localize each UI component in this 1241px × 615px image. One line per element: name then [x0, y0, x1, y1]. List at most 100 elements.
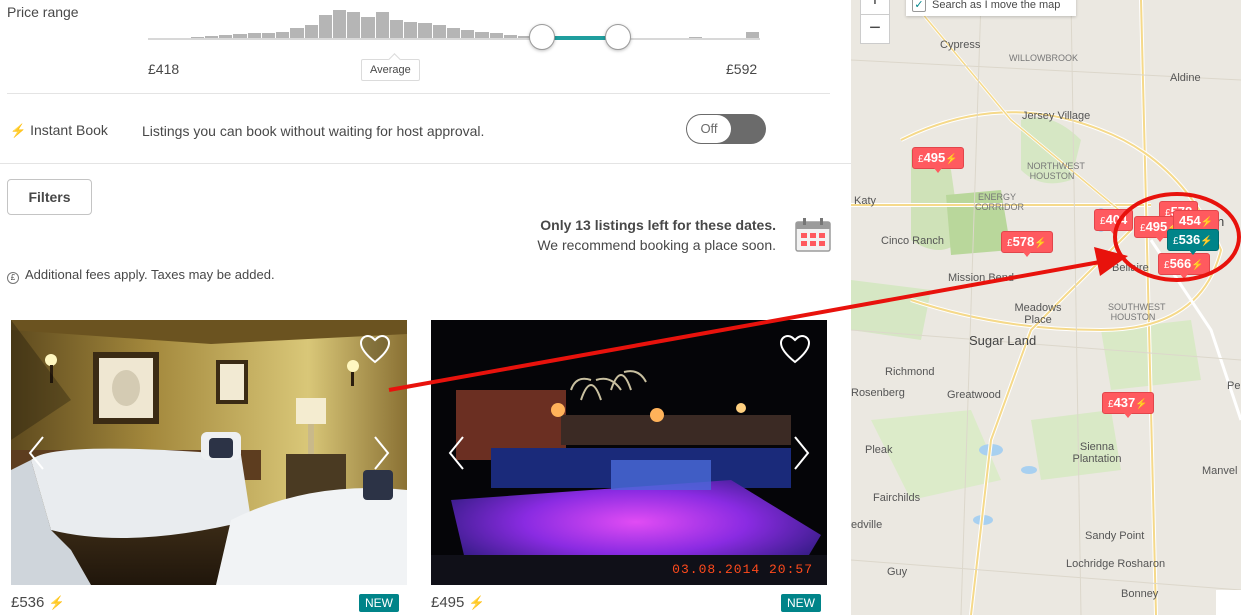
filters-button[interactable]: Filters	[7, 179, 92, 215]
chevron-right-icon[interactable]	[791, 435, 811, 471]
toggle-state: Off	[687, 115, 731, 143]
listing-photo-bedroom	[11, 320, 407, 585]
map-label: Bonney	[1121, 588, 1159, 600]
new-badge: NEW	[781, 594, 821, 612]
lightning-icon: ⚡	[1135, 399, 1148, 410]
availability-notice-subtitle: We recommend booking a place soon.	[537, 237, 776, 253]
map-price-pin[interactable]: £437⚡	[1102, 392, 1154, 418]
price-min-value: £418	[148, 61, 180, 77]
price-max-value: £592	[726, 61, 758, 77]
instant-book-toggle[interactable]: Off	[686, 114, 766, 144]
histogram-bar	[318, 15, 332, 40]
chevron-left-icon[interactable]	[27, 435, 47, 471]
fees-note: £ Additional fees apply. Taxes may be add…	[7, 267, 275, 284]
map-label: ENERGY CORRIDOR	[975, 192, 1024, 212]
lightning-icon: ⚡	[468, 595, 485, 610]
price-range-label: Price range	[7, 4, 79, 20]
listing-price-value: £495	[431, 594, 465, 611]
pin-price: 437	[1113, 395, 1136, 410]
pin-price: 495	[923, 150, 946, 165]
pin-price: 495	[1145, 219, 1168, 234]
chevron-right-icon[interactable]	[371, 435, 391, 471]
histogram-bar	[333, 10, 347, 40]
map-label: SOUTHWEST HOUSTON	[1108, 302, 1166, 322]
map-label: WILLOWBROOK	[1009, 53, 1079, 63]
search-as-move-checkbox[interactable]: ✓ Search as I move the map	[906, 0, 1076, 16]
divider	[7, 93, 830, 94]
map-price-pin-selected[interactable]: £536⚡	[1167, 229, 1219, 255]
map-label: Cinco Ranch	[881, 235, 944, 247]
map-price-pin[interactable]: £566⚡	[1158, 253, 1210, 279]
histogram-bar	[389, 20, 404, 40]
price-max-handle[interactable]	[605, 24, 631, 50]
map-label: Jersey Village	[1022, 110, 1091, 122]
lightning-icon: ⚡	[1191, 260, 1204, 271]
divider	[0, 163, 851, 164]
listing-price-1: £536 ⚡	[11, 594, 65, 611]
photo-timestamp: 03.08.2014 20:57	[672, 562, 813, 577]
listing-price-value: £536	[11, 594, 45, 611]
search-as-move-label: Search as I move the map	[932, 0, 1061, 11]
map-label: Pe	[1227, 380, 1241, 392]
instant-book-text: Instant Book	[30, 122, 108, 138]
map-label: Manvel	[1202, 465, 1238, 477]
lightning-icon: ⚡	[10, 123, 27, 138]
map-label: NORTHWEST HOUSTON	[1027, 161, 1085, 181]
map-label: Meadows Place	[1014, 302, 1062, 326]
lightning-icon: ⚡	[48, 595, 65, 610]
map-price-pin[interactable]: £404	[1094, 209, 1134, 235]
price-slider-track[interactable]	[148, 38, 760, 40]
favorite-heart-icon[interactable]	[779, 334, 811, 364]
pin-price: 566	[1169, 256, 1192, 271]
map-label: Lochridge Rosharon	[1066, 558, 1166, 570]
map-label: Guy	[887, 566, 908, 578]
map-label: Sienna Plantation	[1072, 441, 1122, 465]
pin-price: 536	[1178, 232, 1201, 247]
map-price-pin[interactable]: £495⚡	[912, 147, 964, 173]
map-label: Bellaire	[1112, 262, 1149, 274]
average-marker: Average	[361, 59, 420, 81]
listing-photo-pool	[431, 320, 827, 585]
copyright-icon: £	[7, 272, 19, 284]
pin-price: 454	[1179, 213, 1201, 228]
histogram-bar	[375, 11, 389, 40]
new-badge: NEW	[359, 594, 399, 612]
pin-price: 578	[1012, 234, 1035, 249]
search-results-panel: Price range £418 Average £592 ⚡ Instant …	[0, 0, 851, 615]
fees-note-text: Additional fees apply. Taxes may be adde…	[25, 267, 275, 282]
map-label: edville	[851, 519, 883, 531]
listing-card-2[interactable]: 03.08.2014 20:57	[431, 320, 827, 585]
lightning-icon: ⚡	[1034, 238, 1047, 249]
chevron-left-icon[interactable]	[447, 435, 467, 471]
map-label: Pleak	[865, 444, 893, 456]
lightning-icon: ⚡	[1200, 236, 1213, 247]
pin-price: 404	[1105, 212, 1128, 227]
map-label: Cypress	[940, 39, 981, 51]
map-label: Aldine	[1170, 72, 1201, 84]
map-price-pin[interactable]: £578⚡	[1001, 231, 1053, 257]
listing-price-2: £495 ⚡	[431, 594, 485, 611]
price-min-handle[interactable]	[529, 24, 555, 50]
map[interactable]: Cypress WILLOWBROOK Aldine Jersey Villag…	[851, 0, 1241, 615]
instant-book-description: Listings you can book without waiting fo…	[142, 123, 485, 139]
map-label: Greatwood	[947, 389, 1001, 401]
map-label: Sandy Point	[1085, 530, 1145, 542]
lightning-icon: ⚡	[945, 154, 958, 165]
map-label: Katy	[854, 195, 877, 207]
histogram-bar	[361, 16, 375, 40]
histogram-bar	[347, 11, 361, 40]
map-label: Richmond	[885, 366, 935, 378]
map-label: Rosenberg	[851, 387, 905, 399]
instant-book-label: ⚡ Instant Book	[10, 122, 108, 139]
lightning-icon: ⚡	[1200, 217, 1214, 228]
map-label: Fairchilds	[873, 492, 921, 504]
map-label: Sugar Land	[969, 333, 1037, 348]
price-histogram	[148, 8, 760, 40]
calendar-icon	[795, 218, 831, 252]
availability-notice-title: Only 13 listings left for these dates.	[540, 217, 776, 233]
map-label: Mission Bend	[948, 272, 1015, 284]
check-icon: ✓	[912, 0, 926, 12]
zoom-out-button[interactable]: −	[860, 14, 890, 44]
favorite-heart-icon[interactable]	[359, 334, 391, 364]
listing-card-1[interactable]	[11, 320, 407, 585]
